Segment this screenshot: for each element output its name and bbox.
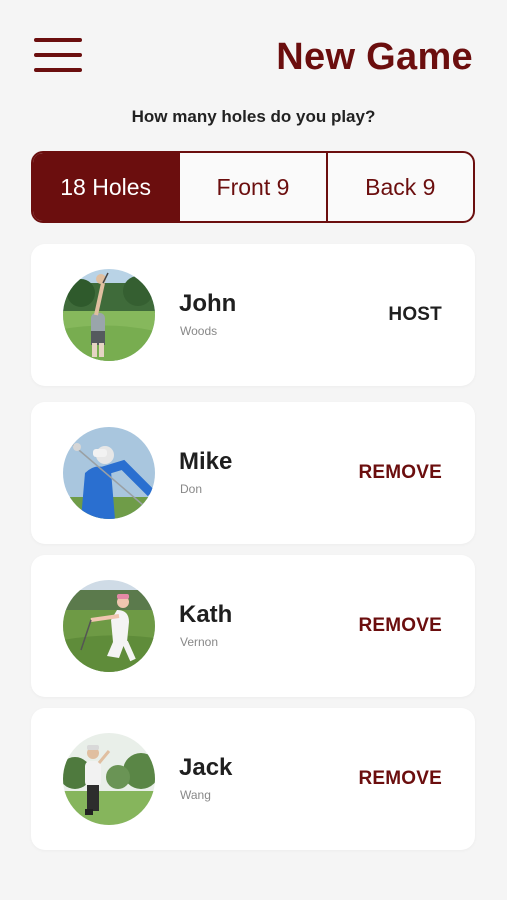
player-last-name: Don bbox=[180, 482, 203, 496]
menu-bar-top bbox=[34, 38, 82, 42]
player-card-kath: Kath Vernon REMOVE bbox=[31, 555, 475, 697]
player-avatar-photo bbox=[63, 580, 155, 672]
player-avatar-photo bbox=[63, 427, 155, 519]
player-first-name: Mike bbox=[179, 448, 233, 475]
hamburger-menu-icon[interactable] bbox=[34, 38, 82, 74]
remove-player-button[interactable]: REMOVE bbox=[358, 462, 442, 484]
player-avatar-photo bbox=[63, 269, 155, 361]
page-title: New Game bbox=[276, 36, 473, 78]
player-card-mike: Mike Don REMOVE bbox=[31, 402, 475, 544]
golfer-photo-image bbox=[63, 733, 155, 825]
player-first-name: Kath bbox=[179, 601, 233, 628]
holes-option-back-9[interactable]: Back 9 bbox=[325, 153, 473, 221]
player-card-jack: Jack Wang REMOVE bbox=[31, 708, 475, 850]
player-first-name: John bbox=[179, 290, 237, 317]
player-avatar-photo bbox=[63, 733, 155, 825]
player-last-name: Vernon bbox=[180, 635, 219, 649]
player-last-name: Wang bbox=[180, 788, 211, 802]
remove-player-button[interactable]: REMOVE bbox=[358, 615, 442, 637]
golfer-photo-image bbox=[63, 580, 155, 672]
menu-bar-middle bbox=[34, 53, 82, 57]
player-first-name: Jack bbox=[179, 754, 233, 781]
player-last-name: Woods bbox=[180, 324, 218, 338]
host-label: HOST bbox=[388, 304, 442, 325]
app-header: New Game bbox=[0, 0, 507, 110]
holes-segmented-control: 18 Holes Front 9 Back 9 bbox=[31, 151, 475, 223]
remove-player-button[interactable]: REMOVE bbox=[358, 768, 442, 790]
menu-bar-bottom bbox=[34, 68, 82, 72]
golfer-photo-image bbox=[63, 269, 155, 361]
player-card-john: John Woods HOST bbox=[31, 244, 475, 386]
golfer-photo-image bbox=[63, 427, 155, 519]
holes-question: How many holes do you play? bbox=[131, 107, 376, 126]
holes-option-18[interactable]: 18 Holes bbox=[33, 153, 179, 221]
holes-option-front-9[interactable]: Front 9 bbox=[178, 153, 325, 221]
